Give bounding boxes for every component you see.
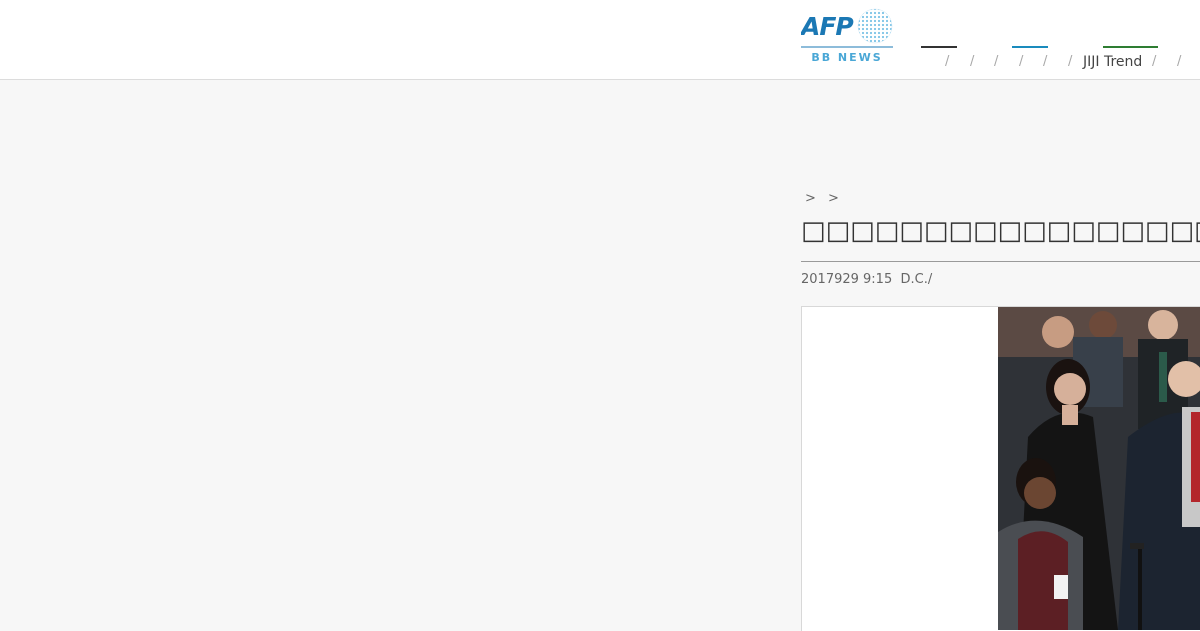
nav-separator: / — [945, 54, 950, 69]
afp-globe-logo-icon: AFP — [801, 8, 893, 48]
nav-separator: / — [1152, 54, 1157, 69]
nav-item-1-indicator[interactable] — [921, 46, 957, 48]
nav-separator: / — [994, 54, 999, 69]
nav-separator: / — [1068, 54, 1073, 69]
nav-link-jiji-trend[interactable]: JIJI Trend — [1083, 54, 1142, 70]
nav-separator: / — [970, 54, 975, 69]
title-divider — [801, 261, 1200, 262]
breadcrumb[interactable]: > > — [805, 191, 843, 206]
svg-text:AFP: AFP — [801, 12, 853, 41]
article-title: □□□□□□□□□□□□□□□□□□□□□□□□□3□□□□□□□□□□□□□□… — [801, 216, 1200, 256]
nav-item-3-indicator[interactable] — [1103, 46, 1158, 48]
title-glyphs-leading: □□□□□□□□□□□□□□□□□□□□□□□□□ — [801, 216, 1200, 246]
nav-separator: / — [1043, 54, 1048, 69]
logo-subtitle: BB NEWS — [811, 51, 883, 64]
photo-image — [998, 307, 1200, 630]
nav-separator: / — [1177, 54, 1182, 69]
afpbb-logo[interactable]: AFP BB NEWS — [801, 7, 893, 65]
article-dateline: 2017929 9:15 D.C./ — [801, 272, 933, 287]
global-nav: / / / / / / JIJI Trend / / — [900, 0, 1200, 79]
nav-separator: / — [1019, 54, 1024, 69]
article-photo[interactable] — [998, 307, 1200, 630]
site-header: AFP BB NEWS / / / / / / JIJI Trend / / — [0, 0, 1200, 80]
nav-item-2-indicator[interactable] — [1012, 46, 1048, 48]
